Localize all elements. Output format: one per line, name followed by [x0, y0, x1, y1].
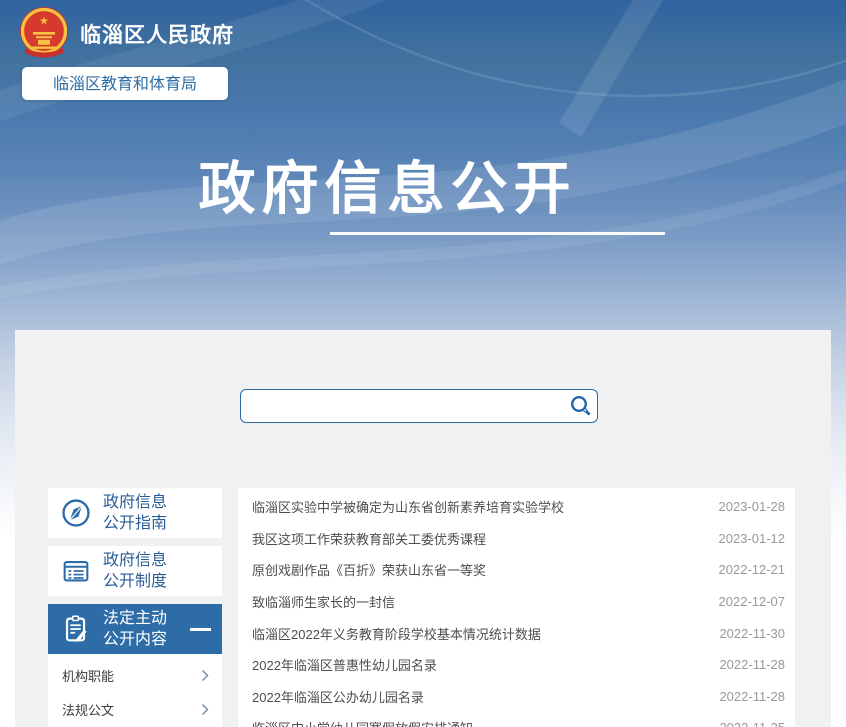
chevron-right-icon: [201, 703, 209, 716]
news-link[interactable]: 我区这项工作荣获教育部关工委优秀课程: [252, 529, 486, 548]
search-icon: [569, 394, 593, 418]
collapse-indicator-icon: [190, 628, 211, 631]
news-row: 临淄区实验中学被确定为山东省创新素养培育实验学校 2023-01-28: [252, 491, 785, 523]
document-list-icon: [59, 554, 93, 588]
news-row: 我区这项工作荣获教育部关工委优秀课程 2023-01-12: [252, 523, 785, 555]
department-button[interactable]: 临淄区教育和体育局: [22, 67, 228, 100]
sidebar-menu: 政府信息 公开指南 政府信息 公开制度: [48, 488, 222, 727]
search-button[interactable]: [568, 394, 594, 418]
news-link[interactable]: 2022年临淄区普惠性幼儿园名录: [252, 655, 437, 674]
title-underline: [330, 232, 665, 235]
news-link[interactable]: 原创戏剧作品《百折》荣获山东省一等奖: [252, 560, 486, 579]
submenu-item-agency-functions[interactable]: 机构职能: [48, 658, 222, 692]
news-date: 2023-01-28: [719, 499, 786, 514]
news-row: 致临淄师生家长的一封信 2022-12-07: [252, 586, 785, 618]
page-title: 政府信息公开: [0, 143, 775, 225]
news-list: 临淄区实验中学被确定为山东省创新素养培育实验学校 2023-01-28 我区这项…: [238, 488, 795, 727]
search-input[interactable]: [240, 389, 598, 423]
news-date: 2022-11-25: [719, 720, 785, 727]
news-date: 2022-12-07: [719, 594, 786, 609]
news-row: 原创戏剧作品《百折》荣获山东省一等奖 2022-12-21: [252, 554, 785, 586]
china-national-emblem-icon: ★: [18, 6, 70, 59]
clipboard-pencil-icon: [59, 612, 93, 646]
sidebar-item-label: 政府信息 公开指南: [103, 492, 167, 534]
sidebar-item-disclosure-system[interactable]: 政府信息 公开制度: [48, 546, 222, 596]
news-row: 2022年临淄区普惠性幼儿园名录 2022-11-28: [252, 649, 785, 681]
news-link[interactable]: 2022年临淄区公办幼儿园名录: [252, 687, 424, 706]
news-row-clipped: 临淄区中小学幼儿园寒假放假安排通知 2022-11-25: [252, 712, 785, 727]
news-link[interactable]: 临淄区实验中学被确定为山东省创新素养培育实验学校: [252, 497, 564, 516]
svg-text:★: ★: [39, 16, 49, 28]
news-link[interactable]: 临淄区中小学幼儿园寒假放假安排通知: [252, 718, 473, 727]
news-link[interactable]: 致临淄师生家长的一封信: [252, 592, 395, 611]
site-name: 临淄区人民政府: [80, 19, 234, 49]
content-panel: 政府信息 公开指南 政府信息 公开制度: [15, 330, 831, 727]
news-row: 2022年临淄区公办幼儿园名录 2022-11-28: [252, 681, 785, 713]
news-date: 2022-12-21: [719, 562, 786, 577]
search-box: [240, 389, 598, 423]
news-date: 2022-11-28: [719, 657, 785, 672]
compass-icon: [59, 496, 93, 530]
chevron-right-icon: [201, 669, 209, 682]
sidebar-item-disclosure-guide[interactable]: 政府信息 公开指南: [48, 488, 222, 538]
sidebar-item-label: 法定主动 公开内容: [103, 608, 167, 650]
sidebar-submenu: 机构职能 法规公文: [48, 654, 222, 727]
news-link[interactable]: 临淄区2022年义务教育阶段学校基本情况统计数据: [252, 624, 541, 643]
sidebar-item-statutory-disclosure[interactable]: 法定主动 公开内容: [48, 604, 222, 654]
submenu-item-regulations[interactable]: 法规公文: [48, 692, 222, 726]
sidebar-item-label: 政府信息 公开制度: [103, 550, 167, 592]
news-date: 2022-11-28: [719, 689, 785, 704]
news-date: 2023-01-12: [719, 531, 786, 546]
news-date: 2022-11-30: [719, 626, 785, 641]
news-row: 临淄区2022年义务教育阶段学校基本情况统计数据 2022-11-30: [252, 617, 785, 649]
